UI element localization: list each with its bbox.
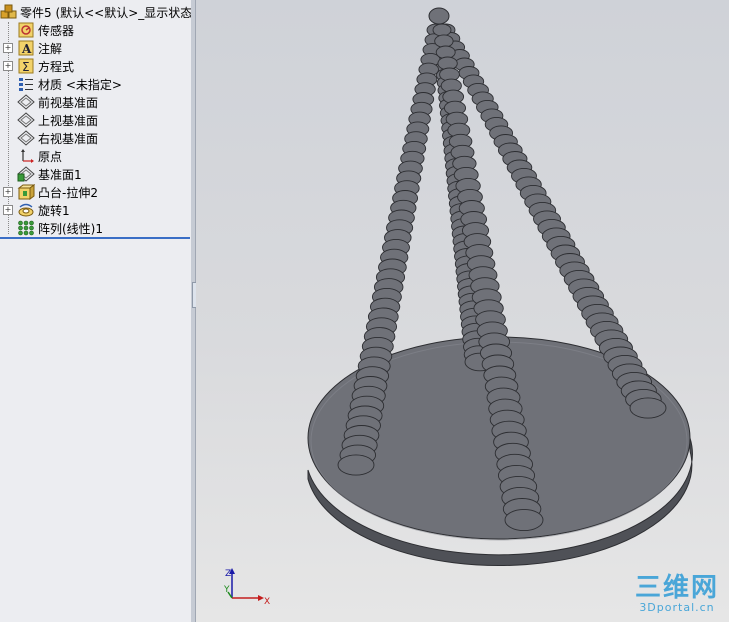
plane-icon <box>17 112 35 128</box>
watermark-url: 3Dportal.cn <box>639 601 715 614</box>
tree-item-linear-pattern1[interactable]: 阵列(线性)1 <box>0 219 190 237</box>
tree-item-right-plane[interactable]: 右视基准面 <box>0 129 190 147</box>
part-icon <box>0 4 17 19</box>
tree-item-label: 旋转1 <box>38 203 70 218</box>
tree-item-origin[interactable]: 原点 <box>0 147 190 165</box>
annotation-icon: A <box>18 40 34 56</box>
coil-segment <box>504 508 544 532</box>
tree-item-label: 基准面1 <box>38 167 82 182</box>
coil-segment <box>629 397 667 419</box>
tree-item-plane1[interactable]: 基准面1 <box>0 165 190 183</box>
equation-icon: Σ <box>18 58 34 74</box>
tree-item-label: 原点 <box>38 149 63 164</box>
plane-icon <box>17 166 35 182</box>
triad-z-label: Z <box>225 569 231 579</box>
watermark-logo: 三维网 3Dportal.cn <box>635 574 719 614</box>
tree-item-label: 材质 <未指定> <box>38 77 122 92</box>
tree-item-sensors[interactable]: 传感器 <box>0 21 190 39</box>
coil-segment <box>432 23 452 37</box>
tree-item-label: 凸台-拉伸2 <box>38 185 98 200</box>
coordinate-triad: Z Y X <box>223 568 270 607</box>
extrude-icon <box>17 184 35 200</box>
watermark-title: 三维网 <box>634 573 719 603</box>
feature-manager-tree: 零件5 (默认<<默认>_显示状态 传感器 + A 注解 + Σ 方程式 材质 … <box>0 0 192 622</box>
origin-icon <box>21 149 34 163</box>
material-icon <box>19 78 33 91</box>
tree-item-label: 阵列(线性)1 <box>38 221 103 236</box>
plane-icon <box>17 130 35 146</box>
svg-text:Σ: Σ <box>22 60 30 74</box>
tree-root-part[interactable]: 零件5 (默认<<默认>_显示状态 <box>0 3 192 21</box>
tree-root-label: 零件5 (默认<<默认>_显示状态 <box>20 5 192 20</box>
expand-toggle[interactable]: + <box>3 61 13 71</box>
triad-x-label: X <box>264 597 270 607</box>
svg-text:A: A <box>21 42 32 56</box>
triad-y-label: Y <box>223 585 230 595</box>
rollback-bar[interactable] <box>0 237 190 239</box>
expand-toggle[interactable]: + <box>3 43 13 53</box>
model-3d-view[interactable] <box>196 0 729 622</box>
tree-item-top-plane[interactable]: 上视基准面 <box>0 111 190 129</box>
linear-pattern-icon <box>18 220 34 236</box>
tree-item-boss-extrude2[interactable]: + 凸台-拉伸2 <box>0 183 190 201</box>
expand-toggle[interactable]: + <box>3 205 13 215</box>
apex-ball <box>428 7 450 25</box>
tree-item-label: 传感器 <box>38 23 75 38</box>
plane-icon <box>17 94 35 110</box>
tree-item-revolve1[interactable]: + 旋转1 <box>0 201 190 219</box>
coil-segment <box>337 454 375 476</box>
tree-item-front-plane[interactable]: 前视基准面 <box>0 93 190 111</box>
tree-item-label: 方程式 <box>38 59 75 74</box>
revolve-icon <box>18 203 34 217</box>
tree-item-annotations[interactable]: + A 注解 <box>0 39 190 57</box>
tree-item-label: 右视基准面 <box>38 131 99 146</box>
tree-item-label: 前视基准面 <box>38 95 99 110</box>
graphics-viewport[interactable]: Z Y X 三维网 3Dportal.cn <box>196 0 729 622</box>
tree-item-label: 上视基准面 <box>38 113 99 128</box>
tree-item-material[interactable]: 材质 <未指定> <box>0 75 190 93</box>
tree-item-equations[interactable]: + Σ 方程式 <box>0 57 190 75</box>
expand-toggle[interactable]: + <box>3 187 13 197</box>
coil-segment <box>434 34 454 48</box>
tree-item-label: 注解 <box>38 41 63 56</box>
sensor-icon <box>18 22 34 38</box>
